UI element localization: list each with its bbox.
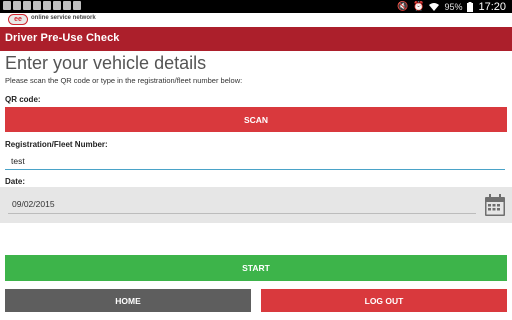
mute-icon: 🔇 bbox=[397, 1, 409, 11]
scan-button[interactable]: SCAN bbox=[5, 107, 507, 132]
registration-field-wrapper bbox=[5, 151, 511, 170]
date-field-wrapper bbox=[8, 194, 480, 214]
date-row bbox=[0, 187, 512, 223]
battery-icon bbox=[467, 1, 474, 12]
brand-bar: ee online service network bbox=[0, 13, 512, 27]
notification-icon bbox=[13, 1, 21, 10]
home-button[interactable]: HOME bbox=[5, 289, 251, 312]
wifi-icon bbox=[429, 2, 440, 11]
app-bar: Driver Pre-Use Check bbox=[0, 27, 512, 51]
date-label: Date: bbox=[5, 177, 26, 186]
notification-icon bbox=[73, 1, 81, 10]
page-heading: Enter your vehicle details bbox=[5, 53, 207, 73]
notification-icon bbox=[43, 1, 51, 10]
registration-input[interactable] bbox=[5, 152, 511, 170]
status-bar: 🔇 ⏰ 95% 17:20 bbox=[0, 0, 512, 13]
app-title: Driver Pre-Use Check bbox=[5, 32, 120, 44]
notification-icon bbox=[63, 1, 71, 10]
qr-code-label: QR code: bbox=[5, 95, 41, 104]
notification-icons bbox=[3, 1, 81, 10]
battery-percent: 95% bbox=[444, 1, 463, 12]
brand-tagline: online service network bbox=[31, 15, 96, 21]
alarm-icon: ⏰ bbox=[413, 1, 425, 11]
notification-icon bbox=[3, 1, 11, 10]
notification-icon bbox=[53, 1, 61, 10]
clock: 17:20 bbox=[478, 0, 506, 13]
notification-icon bbox=[33, 1, 41, 10]
logout-button[interactable]: LOG OUT bbox=[261, 289, 507, 312]
system-status: 🔇 ⏰ 95% 17:20 bbox=[397, 0, 506, 13]
notification-icon bbox=[23, 1, 31, 10]
page-instructions: Please scan the QR code or type in the r… bbox=[5, 76, 243, 85]
registration-label: Registration/Fleet Number: bbox=[5, 140, 108, 149]
start-button[interactable]: START bbox=[5, 255, 507, 281]
calendar-icon[interactable] bbox=[484, 193, 506, 217]
date-input[interactable] bbox=[8, 195, 480, 213]
brand-logo: ee bbox=[8, 14, 28, 25]
